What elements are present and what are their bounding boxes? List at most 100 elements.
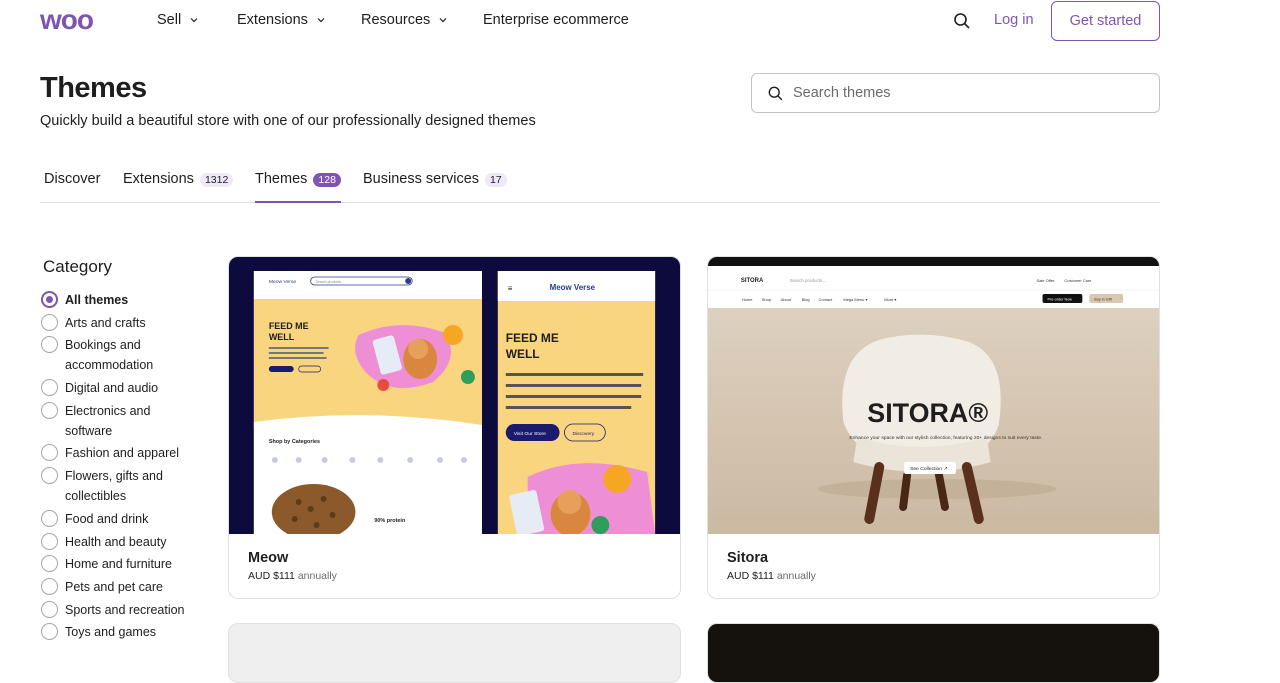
- category-option[interactable]: Bookings and accommodation: [41, 335, 201, 375]
- theme-search-box[interactable]: [751, 73, 1160, 113]
- svg-text:Pre-order Now: Pre-order Now: [1047, 297, 1072, 301]
- radio-button[interactable]: [41, 444, 58, 462]
- login-link[interactable]: Log in: [994, 12, 1034, 28]
- category-option[interactable]: Health and beauty: [41, 532, 201, 552]
- svg-text:WELL: WELL: [269, 332, 295, 342]
- theme-name[interactable]: Meow: [248, 550, 661, 566]
- svg-text:Meow Verse: Meow Verse: [550, 283, 596, 292]
- count-badge: 17: [485, 173, 507, 187]
- category-label: Toys and games: [65, 625, 157, 640]
- page-subtitle: Quickly build a beautiful store with one…: [40, 113, 536, 129]
- category-option[interactable]: Home and furniture: [41, 554, 201, 574]
- tab-extensions[interactable]: Extensions 1312: [123, 171, 234, 203]
- theme-card-meow[interactable]: Meow Verse Search products... FEED ME WE…: [228, 256, 681, 599]
- radio-button[interactable]: [41, 577, 58, 595]
- tab-themes[interactable]: Themes 128: [255, 171, 341, 203]
- category-label: Food and drink: [65, 511, 149, 526]
- svg-text:Enhance your space with our st: Enhance your space with our stylish coll…: [849, 435, 1042, 441]
- svg-text:SITORA: SITORA: [741, 278, 764, 284]
- nav-sell[interactable]: Sell: [157, 12, 199, 28]
- radio-button[interactable]: [41, 509, 58, 527]
- category-option[interactable]: Fashion and apparel: [41, 443, 201, 463]
- radio-button[interactable]: [41, 291, 58, 308]
- nav-resources[interactable]: Resources: [361, 12, 448, 28]
- svg-text:About: About: [781, 297, 792, 302]
- theme-price: AUD $111 annually: [248, 570, 661, 582]
- tab-discover[interactable]: Discover: [44, 171, 100, 203]
- category-option[interactable]: Digital and audio: [41, 378, 201, 398]
- svg-text:Mega Menu ▾: Mega Menu ▾: [843, 297, 867, 302]
- svg-text:Shop by Categories: Shop by Categories: [269, 439, 320, 445]
- nav-enterprise[interactable]: Enterprise ecommerce: [483, 12, 629, 28]
- nav-enterprise-label: Enterprise ecommerce: [483, 12, 629, 28]
- category-option[interactable]: Pets and pet care: [41, 577, 201, 597]
- svg-text:Discovery: Discovery: [572, 431, 594, 437]
- radio-button[interactable]: [41, 555, 58, 573]
- category-label: Sports and recreation: [65, 602, 185, 617]
- radio-button[interactable]: [41, 379, 58, 397]
- radio-button[interactable]: [41, 600, 58, 618]
- svg-text:Visit Our Store: Visit Our Store: [514, 431, 546, 437]
- radio-button[interactable]: [41, 467, 58, 485]
- svg-text:SITORA®: SITORA®: [867, 398, 988, 428]
- category-option[interactable]: Toys and games: [41, 622, 201, 642]
- theme-card-sitora[interactable]: SITORA Search products... Sale Offer Cus…: [707, 256, 1160, 599]
- sitora-preview-image: SITORA Search products... Sale Offer Cus…: [708, 257, 1159, 534]
- theme-card-partial[interactable]: [228, 623, 681, 683]
- svg-text:Search products...: Search products...: [316, 280, 344, 284]
- category-option[interactable]: Arts and crafts: [41, 313, 201, 333]
- svg-text:Sale Offer: Sale Offer: [1037, 278, 1055, 283]
- search-icon[interactable]: [952, 11, 972, 31]
- radio-button[interactable]: [41, 623, 58, 641]
- category-option[interactable]: All themes: [41, 290, 201, 310]
- category-option[interactable]: Sports and recreation: [41, 600, 201, 620]
- category-label: Bookings and accommodation: [65, 338, 154, 373]
- top-navigation: woo Sell Extensions Resources Enterprise…: [0, 0, 1280, 42]
- svg-text:Contact: Contact: [819, 297, 834, 302]
- category-option[interactable]: Electronics and software: [41, 401, 201, 441]
- category-label: Pets and pet care: [65, 579, 163, 594]
- woo-logo[interactable]: woo: [40, 8, 118, 32]
- radio-button[interactable]: [41, 313, 58, 331]
- category-option[interactable]: Food and drink: [41, 509, 201, 529]
- tab-label: Themes: [255, 171, 308, 187]
- category-list: All themes Arts and crafts Bookings and …: [41, 290, 201, 645]
- svg-text:woo: woo: [40, 8, 94, 32]
- svg-text:Meow Verse: Meow Verse: [269, 279, 297, 285]
- radio-button[interactable]: [41, 401, 58, 419]
- marketplace-tabs: Discover Extensions 1312 Themes 128 Busi…: [40, 158, 1160, 203]
- price-amount: AUD $111: [727, 570, 774, 582]
- radio-button[interactable]: [41, 532, 58, 550]
- svg-text:Shop: Shop: [762, 297, 772, 302]
- category-option[interactable]: Flowers, gifts and collectibles: [41, 466, 201, 506]
- svg-text:Search products...: Search products...: [790, 278, 826, 283]
- category-label: All themes: [65, 293, 129, 307]
- category-label: Digital and audio: [65, 381, 159, 396]
- tab-business-services[interactable]: Business services 17: [363, 171, 507, 203]
- count-badge: 1312: [199, 173, 234, 187]
- nav-resources-label: Resources: [361, 12, 431, 28]
- svg-text:Buy in Gift: Buy in Gift: [1094, 297, 1112, 301]
- price-amount: AUD $111: [248, 570, 295, 582]
- chevron-down-icon: [439, 18, 447, 23]
- svg-text:FEED ME: FEED ME: [269, 321, 309, 331]
- svg-text:Blog: Blog: [802, 297, 810, 302]
- category-label: Arts and crafts: [65, 315, 146, 330]
- tab-label: Extensions: [123, 171, 194, 187]
- category-label: Fashion and apparel: [65, 446, 179, 461]
- svg-text:FEED ME: FEED ME: [506, 331, 559, 345]
- nav-sell-label: Sell: [157, 12, 182, 28]
- svg-text:Home: Home: [742, 297, 753, 302]
- search-themes-input[interactable]: [793, 85, 1133, 101]
- price-period: annually: [297, 570, 337, 582]
- svg-text:≡: ≡: [508, 284, 513, 293]
- svg-text:Customer Care: Customer Care: [1064, 278, 1092, 283]
- meow-preview-image: Meow Verse Search products... FEED ME WE…: [229, 257, 680, 534]
- theme-name[interactable]: Sitora: [727, 550, 1140, 566]
- get-started-button[interactable]: Get started: [1051, 1, 1160, 41]
- nav-extensions[interactable]: Extensions: [237, 12, 326, 28]
- theme-card-partial[interactable]: [707, 623, 1160, 683]
- chevron-down-icon: [190, 18, 198, 23]
- svg-text:WELL: WELL: [506, 347, 540, 361]
- radio-button[interactable]: [41, 336, 58, 354]
